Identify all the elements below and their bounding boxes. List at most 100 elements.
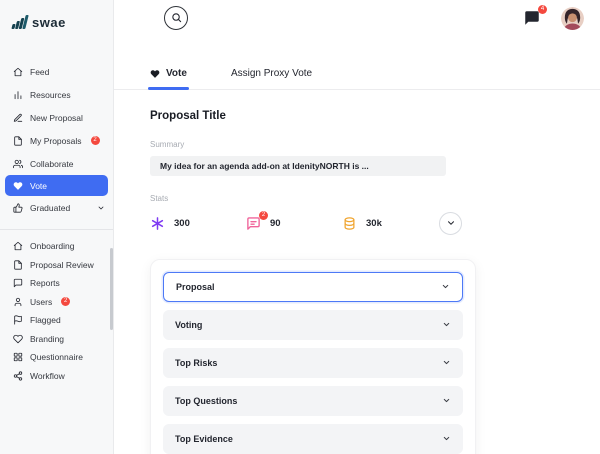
user-icon	[13, 297, 23, 307]
sidebar-item-feed[interactable]: Feed	[0, 60, 113, 83]
sidebar-item-reports[interactable]: Reports	[0, 274, 113, 293]
sidebar-item-label: Collaborate	[30, 158, 74, 169]
sidebar-item-label: My Proposals	[30, 135, 82, 146]
stat-impressions: 300	[150, 216, 246, 231]
chevron-down-icon	[442, 396, 451, 407]
sidebar-item-branding[interactable]: Branding	[0, 330, 113, 349]
active-tab-underline	[148, 87, 189, 90]
avatar[interactable]	[561, 6, 584, 30]
brand-logo[interactable]: swae	[0, 0, 113, 32]
sidebar-item-questionnaire[interactable]: Questionnaire	[0, 348, 113, 367]
messages-icon	[523, 11, 541, 31]
document-icon	[13, 260, 23, 270]
main-area: 4 Vote Assign Proxy Vote Proposal Title …	[114, 0, 600, 454]
chat-icon	[13, 278, 23, 288]
chevron-down-icon	[442, 358, 451, 369]
messages-badge: 4	[538, 5, 547, 14]
messages-button[interactable]: 4	[523, 5, 547, 27]
sidebar-item-collaborate[interactable]: Collaborate	[0, 152, 113, 175]
tab-vote[interactable]: Vote	[148, 68, 189, 90]
chevron-down-icon	[441, 282, 450, 293]
sidebar-item-label: Reports	[30, 278, 60, 289]
stats-expand-button[interactable]	[439, 212, 462, 235]
thumbs-up-icon	[13, 202, 23, 213]
grid-icon	[13, 352, 23, 362]
summary-field[interactable]: My idea for an agenda add-on at IdenityN…	[150, 156, 446, 176]
home-icon	[13, 241, 23, 251]
sidebar-item-workflow[interactable]: Workflow	[0, 367, 113, 386]
accordion-item-top-questions[interactable]: Top Questions	[163, 386, 463, 416]
search-icon	[171, 11, 182, 26]
sidebar-item-label: Proposal Review	[30, 259, 94, 270]
topbar: 4	[114, 0, 600, 36]
sidebar-item-flagged[interactable]: Flagged	[0, 311, 113, 330]
brand-name: swae	[32, 14, 66, 30]
heart-icon	[13, 334, 23, 344]
sidebar-item-vote[interactable]: Vote	[5, 175, 108, 196]
accordion-item-top-risks[interactable]: Top Risks	[163, 348, 463, 378]
tab-label: Assign Proxy Vote	[230, 68, 313, 79]
sidebar-divider	[0, 229, 113, 230]
accordion-item-voting[interactable]: Voting	[163, 310, 463, 340]
accordion-item-top-evidence[interactable]: Top Evidence	[163, 424, 463, 454]
tab-assign-proxy-vote[interactable]: Assign Proxy Vote	[231, 68, 312, 89]
sidebar-scrollbar[interactable]	[110, 248, 113, 330]
chevron-down-icon	[442, 320, 451, 331]
sidebar-item-label: Workflow	[30, 370, 65, 381]
sidebar-item-label: Resources	[30, 89, 71, 100]
stat-value: 30k	[366, 218, 382, 229]
sidebar: swae Feed Resources New Proposal My Prop…	[0, 0, 114, 454]
comments-badge: 2	[259, 211, 268, 220]
sidebar-item-users[interactable]: Users 2	[0, 293, 113, 312]
sidebar-secondary-nav: Onboarding Proposal Review Reports Users…	[0, 237, 113, 385]
summary-label: Summary	[150, 140, 185, 149]
accordion-label: Top Evidence	[175, 434, 233, 444]
people-icon	[13, 159, 23, 169]
swae-logo-icon	[11, 15, 29, 29]
page-title: Proposal Title	[150, 110, 226, 122]
sidebar-item-label: Graduated	[30, 202, 71, 213]
sidebar-item-proposal-review[interactable]: Proposal Review	[0, 256, 113, 275]
chevron-down-icon	[97, 204, 105, 212]
sidebar-item-new-proposal[interactable]: New Proposal	[0, 106, 113, 129]
sidebar-item-label: Flagged	[30, 315, 61, 326]
sidebar-item-label: Onboarding	[30, 241, 75, 252]
stat-comments: 2 90	[246, 211, 342, 231]
workflow-icon	[13, 371, 23, 381]
chevron-down-icon	[446, 216, 456, 231]
sidebar-item-my-proposals[interactable]: My Proposals 2	[0, 129, 113, 152]
sidebar-primary-nav: Feed Resources New Proposal My Proposals…	[0, 60, 113, 219]
stat-value: 300	[174, 218, 190, 229]
heart-icon	[150, 69, 160, 79]
notification-badge: 2	[90, 136, 100, 145]
accordion-item-proposal[interactable]: Proposal	[163, 272, 463, 302]
home-icon	[13, 67, 23, 77]
flag-icon	[13, 315, 23, 325]
topbar-right: 4	[523, 5, 584, 30]
accordion-label: Top Risks	[175, 358, 218, 368]
edit-icon	[13, 113, 23, 123]
proposal-accordion: Proposal Voting Top Risks Top Questions …	[150, 259, 476, 454]
content: Proposal Title Summary My idea for an ag…	[114, 90, 600, 235]
sidebar-item-resources[interactable]: Resources	[0, 83, 113, 106]
comments-icon: 2	[246, 211, 268, 231]
accordion-label: Voting	[175, 320, 203, 330]
coins-icon	[342, 216, 357, 231]
sidebar-item-label: Feed	[30, 66, 50, 77]
document-icon	[13, 135, 23, 146]
sidebar-item-label: Branding	[30, 333, 65, 344]
search-button[interactable]	[164, 6, 188, 30]
accordion-label: Proposal	[176, 282, 215, 292]
sidebar-item-label: New Proposal	[30, 112, 83, 123]
tab-bar: Vote Assign Proxy Vote	[114, 68, 600, 90]
sidebar-item-label: Users	[30, 296, 53, 307]
stats-row: 300 2 90 30k	[150, 211, 462, 235]
sidebar-item-graduated[interactable]: Graduated	[0, 196, 113, 219]
app-window: swae Feed Resources New Proposal My Prop…	[0, 0, 600, 454]
accordion-label: Top Questions	[175, 396, 238, 406]
sidebar-item-onboarding[interactable]: Onboarding	[0, 237, 113, 256]
stat-value: 90	[270, 218, 281, 229]
sidebar-item-label: Questionnaire	[30, 352, 83, 363]
chevron-down-icon	[442, 434, 451, 445]
bar-chart-icon	[13, 90, 23, 100]
